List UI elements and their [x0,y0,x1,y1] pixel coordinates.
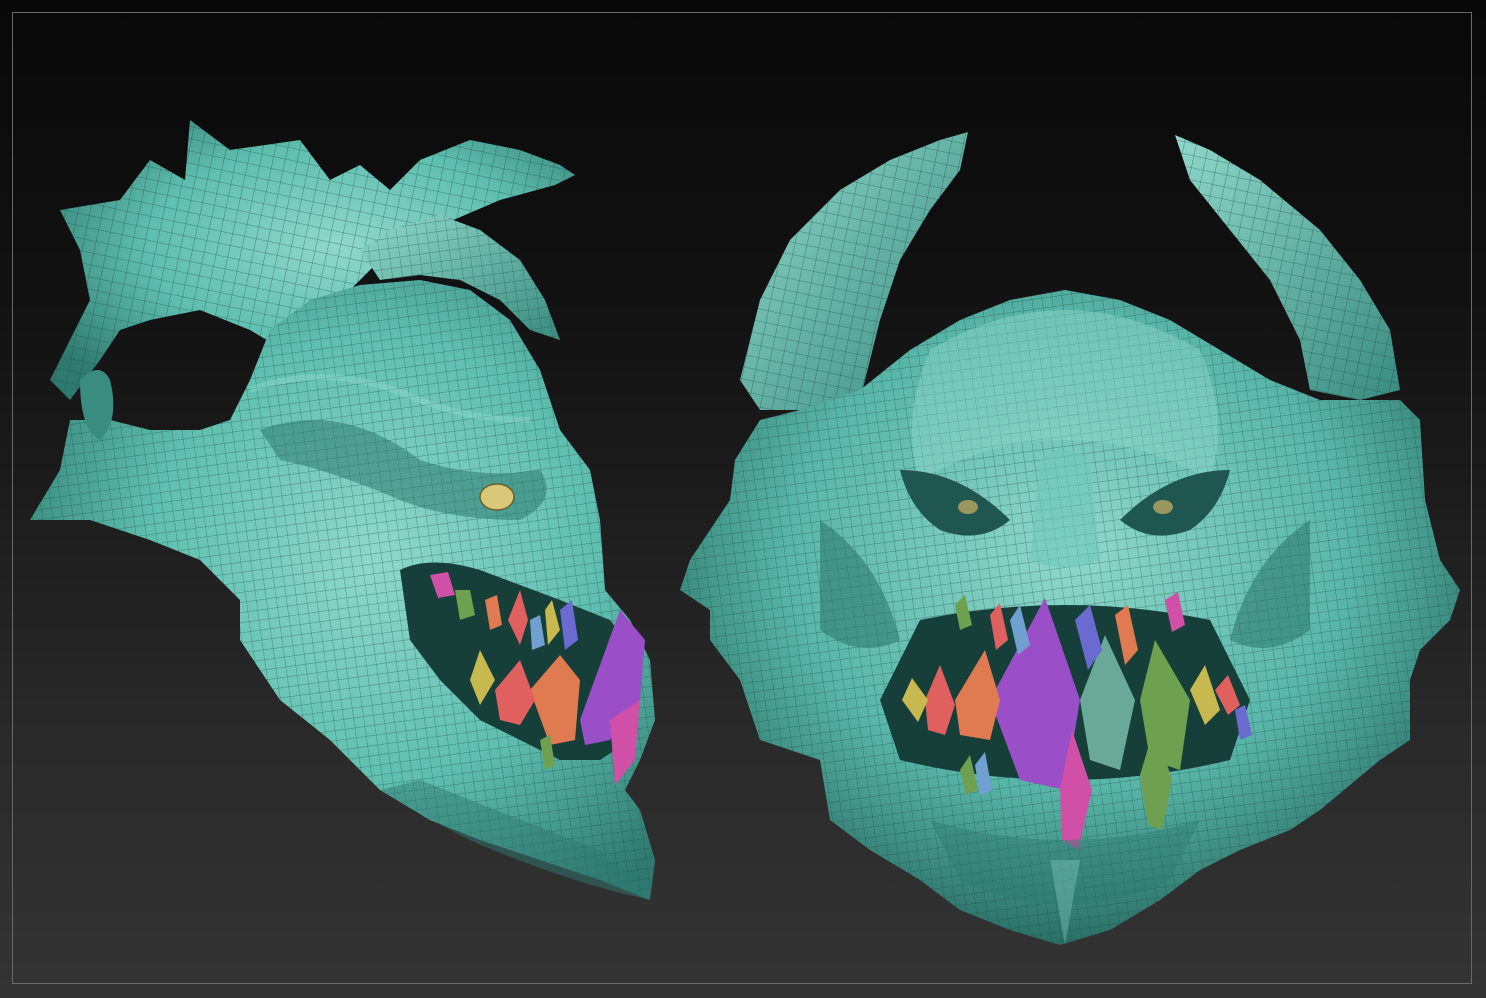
front-eye-left [958,500,978,514]
side-eye [479,483,515,511]
sculpt-scene [30,120,1460,945]
front-eye-right [1153,500,1173,514]
side-view-model [30,120,655,900]
front-view-model [680,132,1460,945]
viewport [0,0,1486,998]
